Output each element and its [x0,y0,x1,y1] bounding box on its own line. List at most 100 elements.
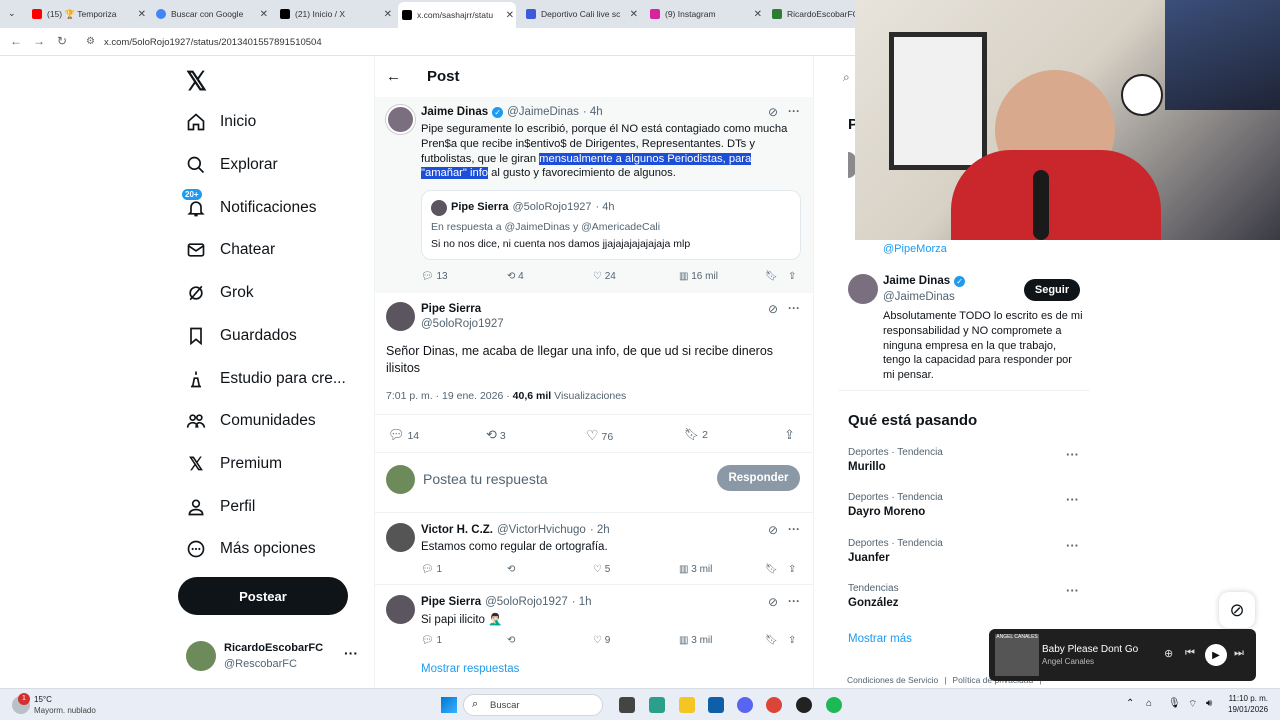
author-name[interactable]: Jaime Dinas [883,275,950,287]
grok-icon[interactable]: ⊘ [768,302,778,316]
author-name[interactable]: Pipe Sierra [421,596,481,608]
close-icon[interactable]: ✕ [630,9,638,20]
back-arrow-icon[interactable]: ← [386,68,401,85]
url-field[interactable]: x.com/5oloRojo1927/status/20134015578915… [104,37,322,48]
like-button[interactable]: ♡ 5 [593,564,610,575]
author-handle[interactable]: @5oloRojo1927 [485,596,568,608]
footer-link[interactable]: Condiciones de Servicio [847,675,938,685]
bookmark-icon[interactable]: 🔖︎ [765,564,778,575]
previous-icon[interactable]: ⏮ [1185,647,1195,660]
nav-item-premium[interactable]: 𝕏 Premium [186,449,282,479]
avatar[interactable] [386,523,415,552]
trend-item[interactable]: Deportes · Tendencia Dayro Moreno ··· [848,492,1079,518]
store-icon[interactable] [708,697,724,713]
partial-handle[interactable]: @PipeMorza [883,243,947,255]
nav-item-studio[interactable]: Estudio para cre... [186,364,346,394]
volume-icon[interactable]: 🔊︎ [1206,698,1212,709]
spotify-icon[interactable] [826,697,842,713]
reload-icon[interactable]: ↻ [57,34,67,48]
repost-button[interactable]: ⟲ 4 [507,271,524,282]
close-icon[interactable]: ✕ [754,9,762,20]
clock-date[interactable]: 19/01/2026 [1228,705,1268,714]
browser-tab[interactable]: (9) Instagram ✕ [646,4,764,24]
close-icon[interactable]: ✕ [384,9,392,20]
nav-item-home[interactable]: Inicio [186,107,256,137]
nav-item-more[interactable]: Más opciones [186,534,316,564]
bookmark-button[interactable]: 🔖︎ 2 [684,427,708,441]
author-handle[interactable]: @VictorHvichugo [497,524,586,536]
chrome-icon[interactable] [766,697,782,713]
bookmark-icon[interactable]: 🔖︎ [765,271,778,282]
more-dots-icon[interactable]: ··· [788,522,800,536]
avatar[interactable] [848,274,878,304]
post-timestamp[interactable]: 7:01 p. m. · 19 ene. 2026 · [386,390,510,402]
file-explorer-icon[interactable] [679,697,695,713]
account-switcher[interactable]: RicardoEscobarFC @RescobarFC ··· [186,641,366,673]
obs-icon[interactable] [796,697,812,713]
author-name[interactable]: Jaime Dinas [421,106,488,118]
grok-icon[interactable]: ⊘ [768,105,778,119]
author-name[interactable]: Pipe Sierra [421,303,481,315]
discord-icon[interactable] [737,697,753,713]
share-icon[interactable]: ⇪ [788,635,796,646]
author-name[interactable]: Victor H. C.Z. [421,524,493,536]
reply-button[interactable]: 💬︎ 1 [421,635,442,646]
avatar[interactable] [386,595,415,624]
next-icon[interactable]: ⏭ [1234,647,1244,660]
grok-icon[interactable]: ⊘ [1219,592,1255,628]
task-view-icon[interactable] [619,697,635,713]
play-icon[interactable]: ▶ [1205,644,1227,666]
browser-tab[interactable]: Buscar con Google ✕ [152,4,270,24]
more-dots-icon[interactable]: ··· [1066,492,1079,507]
more-dots-icon[interactable]: ··· [788,301,800,315]
taskbar-search[interactable]: ⌕ Buscar [463,694,603,716]
grok-icon[interactable]: ⊘ [768,595,778,609]
repost-icon[interactable]: ⟲ [507,635,515,646]
author-handle[interactable]: @5oloRojo1927 [421,318,504,330]
share-icon[interactable]: ⇪ [788,271,796,282]
reply-button[interactable]: 💬︎ 1 [421,564,442,575]
tab-list-chevron-icon[interactable]: ⌄ [8,8,16,19]
views-button[interactable]: ▥ 3 mil [679,635,712,646]
more-dots-icon[interactable]: ··· [1066,447,1079,462]
trend-item[interactable]: Tendencias González ··· [848,583,1079,609]
search-icon[interactable]: ⌕ [843,70,850,85]
back-icon[interactable]: ← [10,34,22,48]
reply-button[interactable]: Responder [717,465,800,491]
share-icon[interactable]: ⇪ [784,427,795,443]
windows-start-icon[interactable] [441,697,457,713]
nav-item-profile[interactable]: Perfil [186,492,255,522]
more-dots-icon[interactable]: ··· [344,645,358,661]
show-more-link[interactable]: Mostrar más [848,633,912,645]
close-icon[interactable]: ✕ [260,9,268,20]
nav-item-grok[interactable]: Grok [186,278,254,308]
author-handle[interactable]: @JaimeDinas [507,106,579,118]
reply-button[interactable]: 💬︎ 14 [388,427,419,443]
repost-button[interactable]: ⟲ 3 [486,427,506,443]
reply-button[interactable]: 💬︎ 13 [421,271,448,282]
forward-icon[interactable]: → [33,34,45,48]
nav-item-communities[interactable]: Comunidades [186,406,316,436]
more-dots-icon[interactable]: ··· [788,594,800,608]
post-button[interactable]: Postear [178,577,348,615]
browser-tab-active[interactable]: x.com/sashajrr/statu ✕ [398,2,516,28]
microphone-icon[interactable]: 🎙︎ [1168,698,1181,709]
repost-icon[interactable]: ⟲ [507,564,515,575]
clock-time[interactable]: 11:10 p. m. [1228,694,1268,703]
close-icon[interactable]: ✕ [506,10,514,21]
bookmark-icon[interactable]: 🔖︎ [765,635,778,646]
browser-tab[interactable]: (21) Inicio / X ✕ [276,4,394,24]
views-button[interactable]: ▥ 3 mil [679,564,712,575]
site-info-icon[interactable]: ⚙ [86,36,95,47]
wifi-icon[interactable]: ⌔ [1188,698,1197,711]
browser-tab[interactable]: RicardoEscobarFC [768,4,855,24]
share-icon[interactable]: ⇪ [788,564,796,575]
browser-tab[interactable]: Deportivo Cali live sc ✕ [522,4,640,24]
more-dots-icon[interactable]: ··· [788,104,800,118]
more-dots-icon[interactable]: ··· [1066,538,1079,553]
browser-tab[interactable]: (15) 🏆 Temporiza ✕ [28,4,148,24]
grok-icon[interactable]: ⊘ [768,523,778,537]
nav-item-explore[interactable]: Explorar [186,150,278,180]
nav-item-notifications[interactable]: 20+ Notificaciones [182,189,317,223]
like-button[interactable]: ♡ 76 [586,427,613,444]
